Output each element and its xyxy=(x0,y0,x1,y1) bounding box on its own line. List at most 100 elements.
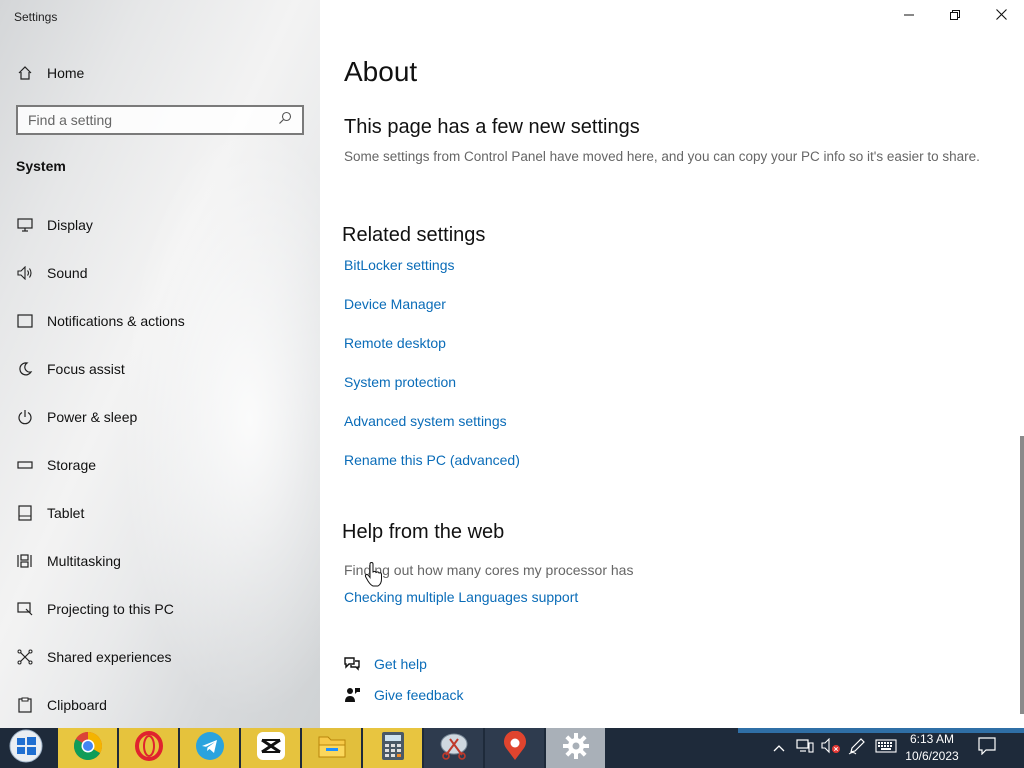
network-icon xyxy=(796,738,814,759)
taskbar-calculator[interactable] xyxy=(363,728,422,768)
folder-icon xyxy=(317,732,347,765)
taskbar-snipping-tool[interactable] xyxy=(424,728,483,768)
taskbar-telegram[interactable] xyxy=(180,728,239,768)
storage-icon xyxy=(16,456,34,474)
get-help-label: Get help xyxy=(374,656,427,672)
sidebar-item-power-sleep[interactable]: Power & sleep xyxy=(16,393,306,441)
sidebar-item-label: Multitasking xyxy=(47,553,121,569)
device-manager-link[interactable]: Device Manager xyxy=(344,296,446,312)
windows-logo-icon xyxy=(9,729,43,768)
restore-icon xyxy=(950,7,960,25)
window-title: Settings xyxy=(14,10,58,24)
power-icon xyxy=(16,408,34,426)
tray-overflow-button[interactable] xyxy=(766,728,792,768)
multitasking-icon xyxy=(16,552,34,570)
sidebar-item-notifications[interactable]: Notifications & actions xyxy=(16,297,306,345)
chat-help-icon xyxy=(342,654,362,674)
taskbar-chrome[interactable] xyxy=(58,728,117,768)
new-settings-heading: This page has a few new settings xyxy=(344,116,640,138)
minimize-button[interactable] xyxy=(886,0,932,32)
tray-keyboard[interactable] xyxy=(870,728,902,768)
close-icon xyxy=(995,7,1007,25)
sidebar-item-shared-experiences[interactable]: Shared experiences xyxy=(16,633,306,681)
hand-cursor-icon xyxy=(364,561,384,593)
sidebar-item-label: Clipboard xyxy=(47,697,107,713)
related-settings-heading: Related settings xyxy=(342,224,486,246)
speaker-icon xyxy=(16,264,34,282)
taskbar-settings[interactable] xyxy=(546,728,605,768)
rename-pc-link[interactable]: Rename this PC (advanced) xyxy=(344,452,520,468)
projector-icon xyxy=(16,600,34,618)
sidebar-item-clipboard[interactable]: Clipboard xyxy=(16,681,306,728)
sidebar-item-label: Projecting to this PC xyxy=(47,601,174,617)
search-icon[interactable] xyxy=(278,111,292,130)
scrollbar-thumb[interactable] xyxy=(1020,436,1024,714)
sidebar-item-label: Sound xyxy=(47,265,88,281)
sidebar-item-label: Shared experiences xyxy=(47,649,172,665)
clock-time: 6:13 AM xyxy=(909,732,955,746)
monitor-icon xyxy=(16,216,34,234)
volume-muted-icon xyxy=(821,737,841,759)
moon-icon xyxy=(16,360,34,378)
section-title-system: System xyxy=(16,158,66,174)
get-help-link[interactable]: Get help xyxy=(342,654,427,674)
taskbar-file-explorer[interactable] xyxy=(302,728,361,768)
taskbar-maps[interactable] xyxy=(485,728,544,768)
capcut-icon xyxy=(256,731,286,766)
tray-volume[interactable] xyxy=(818,728,844,768)
search-box[interactable] xyxy=(16,105,304,135)
telegram-icon xyxy=(195,731,225,766)
sidebar-item-label: Tablet xyxy=(47,505,85,521)
start-button[interactable] xyxy=(0,728,52,768)
sidebar-item-storage[interactable]: Storage xyxy=(16,441,306,489)
sidebar-item-multitasking[interactable]: Multitasking xyxy=(16,537,306,585)
sidebar: Settings Home System Display Sound xyxy=(0,0,320,728)
sidebar-item-projecting[interactable]: Projecting to this PC xyxy=(16,585,306,633)
clock-date: 10/6/2023 xyxy=(905,749,959,763)
remote-desktop-link[interactable]: Remote desktop xyxy=(344,335,446,351)
nav-home-label: Home xyxy=(47,65,85,81)
map-pin-icon xyxy=(502,730,528,766)
advanced-system-settings-link[interactable]: Advanced system settings xyxy=(344,413,507,429)
main-content: About This page has a few new settings S… xyxy=(320,0,1024,728)
tray-pen[interactable] xyxy=(844,728,870,768)
chrome-icon xyxy=(73,731,103,766)
pen-icon xyxy=(848,737,866,760)
help-web-heading: Help from the web xyxy=(342,521,505,543)
sidebar-item-sound[interactable]: Sound xyxy=(16,249,306,297)
taskbar-capcut[interactable] xyxy=(241,728,300,768)
page-title: About xyxy=(344,56,418,87)
restore-button[interactable] xyxy=(932,0,978,32)
window-controls xyxy=(886,0,1024,32)
sidebar-item-label: Display xyxy=(47,217,93,233)
sidebar-item-display[interactable]: Display xyxy=(16,201,306,249)
tray-network[interactable] xyxy=(792,728,818,768)
action-center-button[interactable] xyxy=(970,728,1004,768)
sidebar-item-focus-assist[interactable]: Focus assist xyxy=(16,345,306,393)
close-button[interactable] xyxy=(978,0,1024,32)
snipping-tool-icon xyxy=(438,731,470,766)
bitlocker-settings-link[interactable]: BitLocker settings xyxy=(344,257,455,273)
system-protection-link[interactable]: System protection xyxy=(344,374,456,390)
help-cores-link[interactable]: Finding out how many cores my processor … xyxy=(344,562,633,578)
search-input[interactable] xyxy=(28,112,278,128)
taskbar-opera[interactable] xyxy=(119,728,178,768)
minimize-icon xyxy=(904,7,914,25)
sidebar-item-tablet[interactable]: Tablet xyxy=(16,489,306,537)
system-tray xyxy=(766,728,902,768)
notification-icon xyxy=(16,312,34,330)
keyboard-icon xyxy=(875,738,897,758)
home-icon xyxy=(16,64,34,82)
share-icon xyxy=(16,648,34,666)
sidebar-item-label: Power & sleep xyxy=(47,409,138,425)
taskbar-clock[interactable]: 6:13 AM 10/6/2023 xyxy=(900,731,964,765)
give-feedback-label: Give feedback xyxy=(374,687,464,703)
tablet-icon xyxy=(16,504,34,522)
notification-bubble-icon xyxy=(978,736,996,760)
give-feedback-link[interactable]: Give feedback xyxy=(342,685,464,705)
gear-icon xyxy=(562,732,590,765)
sidebar-item-label: Storage xyxy=(47,457,97,473)
opera-icon xyxy=(134,730,164,766)
nav-home[interactable]: Home xyxy=(16,62,84,84)
feedback-icon xyxy=(342,685,362,705)
